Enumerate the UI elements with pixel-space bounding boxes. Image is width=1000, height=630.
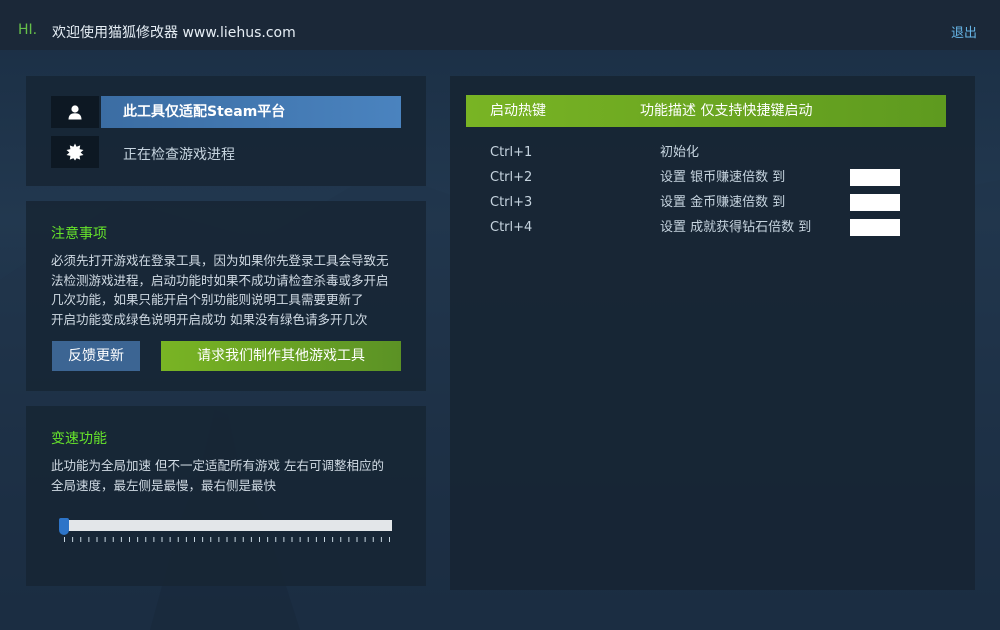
hotkey-description: 设置 银币赚速倍数 到 xyxy=(660,170,786,185)
speed-slider-thumb[interactable] xyxy=(59,518,69,535)
status-panel: 此工具仅适配Steam平台 正在检查游戏进程 xyxy=(26,76,426,186)
diamond-multiplier-input[interactable] xyxy=(850,219,900,236)
hotkeys-panel: 启动热键 功能描述 仅支持快捷键启动 Ctrl+1 初始化 Ctrl+2 设置 … xyxy=(450,76,975,590)
hotkey-row: Ctrl+3 设置 金币赚速倍数 到 xyxy=(450,190,975,215)
welcome-text: 欢迎使用猫狐修改器 www.liehus.com xyxy=(52,25,296,41)
hotkey-label: Ctrl+2 xyxy=(490,170,533,185)
hotkey-description: 设置 成就获得钻石倍数 到 xyxy=(660,220,812,235)
speed-heading: 变速功能 xyxy=(51,431,107,447)
hotkey-description: 初始化 xyxy=(660,145,700,160)
greeting: HI. xyxy=(18,22,38,38)
speed-panel: 变速功能 此功能为全局加速 但不一定适配所有游戏 左右可调整相应的 全局速度，最… xyxy=(26,406,426,586)
notes-line: 必须先打开游戏在登录工具，因为如果你先登录工具会导致无 xyxy=(51,253,389,268)
request-tools-button[interactable]: 请求我们制作其他游戏工具 xyxy=(161,341,401,371)
hotkey-description: 设置 金币赚速倍数 到 xyxy=(660,195,786,210)
hotkeys-header: 启动热键 功能描述 仅支持快捷键启动 xyxy=(466,95,946,127)
hotkey-label: Ctrl+4 xyxy=(490,220,533,235)
silver-multiplier-input[interactable] xyxy=(850,169,900,186)
speed-slider-track[interactable] xyxy=(62,520,392,531)
notes-line: 开启功能变成绿色说明开启成功 如果没有绿色请多开几次 xyxy=(51,311,368,327)
notes-body: 必须先打开游戏在登录工具，因为如果你先登录工具会导致无 法检测游戏进程，启动功能… xyxy=(51,251,411,329)
speed-line: 此功能为全局加速 但不一定适配所有游戏 左右可调整相应的 xyxy=(51,458,384,473)
speed-body: 此功能为全局加速 但不一定适配所有游戏 左右可调整相应的 全局速度，最左侧是最慢… xyxy=(51,456,411,495)
speed-line: 全局速度，最左侧是最慢，最右侧是最快 xyxy=(51,477,277,493)
notes-panel: 注意事项 必须先打开游戏在登录工具，因为如果你先登录工具会导致无 法检测游戏进程… xyxy=(26,201,426,391)
description-column-header: 功能描述 仅支持快捷键启动 xyxy=(640,103,813,119)
hotkey-label: Ctrl+3 xyxy=(490,195,533,210)
process-status: 正在检查游戏进程 xyxy=(123,147,235,163)
hotkey-column-header: 启动热键 xyxy=(490,103,546,119)
hotkey-row: Ctrl+2 设置 银币赚速倍数 到 xyxy=(450,165,975,190)
hotkey-label: Ctrl+1 xyxy=(490,145,533,160)
gold-multiplier-input[interactable] xyxy=(850,194,900,211)
exit-link[interactable]: 退出 xyxy=(951,22,977,41)
notes-heading: 注意事项 xyxy=(51,226,107,242)
notes-line: 法检测游戏进程，启动功能时如果不成功请检查杀毒或多开启 xyxy=(51,272,389,288)
gear-icon xyxy=(66,143,84,161)
user-icon-box xyxy=(51,96,99,128)
hotkey-row: Ctrl+4 设置 成就获得钻石倍数 到 xyxy=(450,215,975,240)
feedback-button[interactable]: 反馈更新 xyxy=(52,341,140,371)
user-icon xyxy=(68,105,82,120)
title-bar: HI. 欢迎使用猫狐修改器 www.liehus.com 退出 xyxy=(0,0,1000,50)
gear-icon-box xyxy=(51,136,99,168)
speed-slider-ticks xyxy=(64,537,390,542)
platform-notice: 此工具仅适配Steam平台 xyxy=(101,96,401,128)
hotkey-row: Ctrl+1 初始化 xyxy=(450,140,975,165)
notes-line: 几次功能，如果只能开启个别功能则说明工具需要更新了 xyxy=(51,292,364,307)
